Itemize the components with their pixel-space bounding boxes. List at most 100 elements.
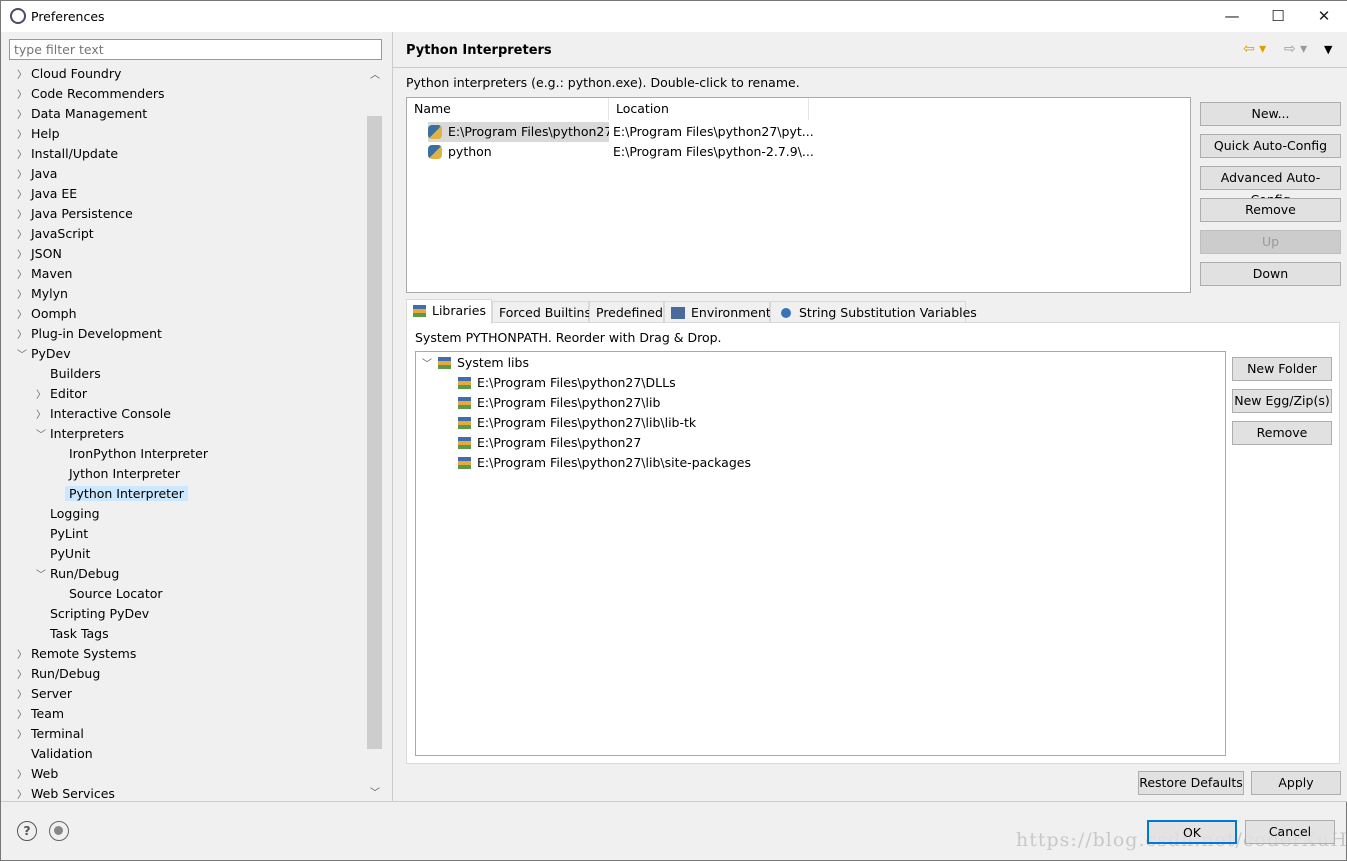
- interpreter-name[interactable]: E:\Program Files\python27\: [428, 122, 609, 142]
- chevron-right-icon[interactable]: 〉: [36, 386, 50, 406]
- chevron-right-icon[interactable]: 〉: [17, 786, 31, 801]
- chevron-right-icon[interactable]: 〉: [17, 186, 31, 206]
- tree-item[interactable]: Scripting PyDev: [36, 604, 149, 624]
- tree-item[interactable]: 〉 Team: [17, 704, 64, 724]
- tree-item[interactable]: 〉 Mylyn: [17, 284, 68, 304]
- tab-predefined[interactable]: Predefined: [589, 301, 664, 323]
- restore-defaults-button[interactable]: Restore Defaults: [1138, 771, 1244, 795]
- chevron-right-icon[interactable]: 〉: [17, 706, 31, 726]
- view-menu-icon[interactable]: ▼: [1324, 43, 1332, 56]
- tree-item[interactable]: PyUnit: [36, 544, 90, 564]
- chevron-down-icon[interactable]: ﹀: [36, 426, 50, 446]
- chevron-down-icon[interactable]: ﹀: [422, 359, 432, 370]
- tree-item[interactable]: 〉 JSON: [17, 244, 62, 264]
- filter-input[interactable]: [9, 39, 382, 60]
- tree-item[interactable]: 〉 Server: [17, 684, 72, 704]
- tree-item[interactable]: 〉 Remote Systems: [17, 644, 136, 664]
- chevron-right-icon[interactable]: 〉: [17, 206, 31, 226]
- tab-libraries[interactable]: Libraries: [406, 299, 492, 324]
- advanced-auto-config-button[interactable]: Advanced Auto-Config: [1200, 166, 1341, 207]
- tree-item[interactable]: ﹀ PyDev: [17, 344, 71, 364]
- chevron-right-icon[interactable]: 〉: [17, 326, 31, 346]
- tree-item[interactable]: 〉 Terminal: [17, 724, 84, 744]
- chevron-right-icon[interactable]: 〉: [17, 286, 31, 306]
- scroll-up-icon[interactable]: ︿: [370, 66, 380, 81]
- library-path[interactable]: E:\Program Files\python27\DLLs: [458, 373, 676, 393]
- chevron-right-icon[interactable]: 〉: [17, 126, 31, 146]
- tree-item[interactable]: Logging: [36, 504, 100, 524]
- tree-item[interactable]: 〉 Web Services: [17, 784, 115, 801]
- ok-button[interactable]: OK: [1147, 820, 1237, 844]
- import-export-icon[interactable]: [49, 821, 69, 841]
- chevron-down-icon[interactable]: ﹀: [17, 346, 31, 366]
- tree-item[interactable]: 〉 JavaScript: [17, 224, 94, 244]
- tree-item[interactable]: 〉 Oomph: [17, 304, 77, 324]
- chevron-right-icon[interactable]: 〉: [17, 246, 31, 266]
- tree-item[interactable]: 〉 Help: [17, 124, 60, 144]
- remove-library-button[interactable]: Remove: [1232, 421, 1332, 445]
- chevron-right-icon[interactable]: 〉: [36, 406, 50, 426]
- chevron-down-icon[interactable]: ﹀: [36, 566, 50, 586]
- tree-item[interactable]: 〉 Cloud Foundry: [17, 64, 121, 84]
- chevron-right-icon[interactable]: 〉: [17, 66, 31, 86]
- new-folder-button[interactable]: New Folder: [1232, 357, 1332, 381]
- tree-item[interactable]: Jython Interpreter: [55, 464, 180, 484]
- library-path[interactable]: E:\Program Files\python27\lib: [458, 393, 660, 413]
- interpreter-location[interactable]: E:\Program Files\python27\pyt...: [613, 122, 814, 142]
- tree-item[interactable]: 〉 Data Management: [17, 104, 147, 124]
- up-button[interactable]: Up: [1200, 230, 1341, 254]
- tree-item[interactable]: 〉 Java: [17, 164, 57, 184]
- tab-forced-builtins[interactable]: Forced Builtins: [492, 301, 591, 323]
- new-egg-zip-button[interactable]: New Egg/Zip(s): [1232, 389, 1332, 413]
- chevron-right-icon[interactable]: 〉: [17, 106, 31, 126]
- tree-item[interactable]: Task Tags: [36, 624, 109, 644]
- tree-item[interactable]: 〉 Install/Update: [17, 144, 118, 164]
- library-path[interactable]: E:\Program Files\python27\lib\lib-tk: [458, 413, 696, 433]
- libraries-tree[interactable]: ﹀ System libs E:\Program Files\python27\D…: [415, 351, 1226, 756]
- tree-item[interactable]: 〉 Plug-in Development: [17, 324, 162, 344]
- tree-item[interactable]: 〉 Run/Debug: [17, 664, 100, 684]
- tab-string-substitution-variables[interactable]: String Substitution Variables: [770, 301, 977, 323]
- minimize-button[interactable]: —: [1209, 1, 1255, 32]
- chevron-right-icon[interactable]: 〉: [17, 686, 31, 706]
- chevron-right-icon[interactable]: 〉: [17, 266, 31, 286]
- cancel-button[interactable]: Cancel: [1245, 820, 1335, 844]
- library-path[interactable]: E:\Program Files\python27: [458, 433, 641, 453]
- tree-item[interactable]: Builders: [36, 364, 101, 384]
- column-header-location[interactable]: Location: [609, 98, 809, 120]
- quick-auto-config-button[interactable]: Quick Auto-Config: [1200, 134, 1341, 158]
- tree-item[interactable]: IronPython Interpreter: [55, 444, 208, 464]
- tree-item[interactable]: Source Locator: [55, 584, 163, 604]
- tree-item[interactable]: 〉 Code Recommenders: [17, 84, 165, 104]
- tree-item[interactable]: ﹀ Interpreters: [36, 424, 124, 444]
- down-button[interactable]: Down: [1200, 262, 1341, 286]
- tree-item[interactable]: 〉 Maven: [17, 264, 72, 284]
- scrollbar-thumb[interactable]: [367, 116, 382, 749]
- maximize-button[interactable]: ☐: [1255, 1, 1301, 32]
- forward-icon[interactable]: ⇨ ▾: [1284, 41, 1307, 57]
- tree-item[interactable]: 〉 Java Persistence: [17, 204, 133, 224]
- system-libs-node[interactable]: ﹀ System libs: [422, 353, 529, 373]
- interpreter-name[interactable]: python: [428, 142, 609, 162]
- tree-item[interactable]: 〉 Web: [17, 764, 58, 784]
- tree-item[interactable]: PyLint: [36, 524, 88, 544]
- chevron-right-icon[interactable]: 〉: [17, 726, 31, 746]
- tree-item[interactable]: Validation: [17, 744, 93, 764]
- chevron-right-icon[interactable]: 〉: [17, 766, 31, 786]
- chevron-right-icon[interactable]: 〉: [17, 146, 31, 166]
- back-icon[interactable]: ⇦ ▾: [1243, 41, 1266, 57]
- tree-item[interactable]: Python Interpreter: [55, 484, 188, 504]
- tree-item[interactable]: 〉 Interactive Console: [36, 404, 171, 424]
- remove-button[interactable]: Remove: [1200, 198, 1341, 222]
- chevron-right-icon[interactable]: 〉: [17, 86, 31, 106]
- new-button[interactable]: New...: [1200, 102, 1341, 126]
- tab-environment[interactable]: Environment: [664, 301, 771, 323]
- chevron-right-icon[interactable]: 〉: [17, 166, 31, 186]
- help-icon[interactable]: ?: [17, 821, 37, 841]
- chevron-right-icon[interactable]: 〉: [17, 306, 31, 326]
- chevron-right-icon[interactable]: 〉: [17, 666, 31, 686]
- library-path[interactable]: E:\Program Files\python27\lib\site-packa…: [458, 453, 751, 473]
- tree-item[interactable]: 〉 Editor: [36, 384, 87, 404]
- column-header-name[interactable]: Name: [407, 98, 609, 120]
- interpreter-location[interactable]: E:\Program Files\python-2.7.9\...: [613, 142, 814, 162]
